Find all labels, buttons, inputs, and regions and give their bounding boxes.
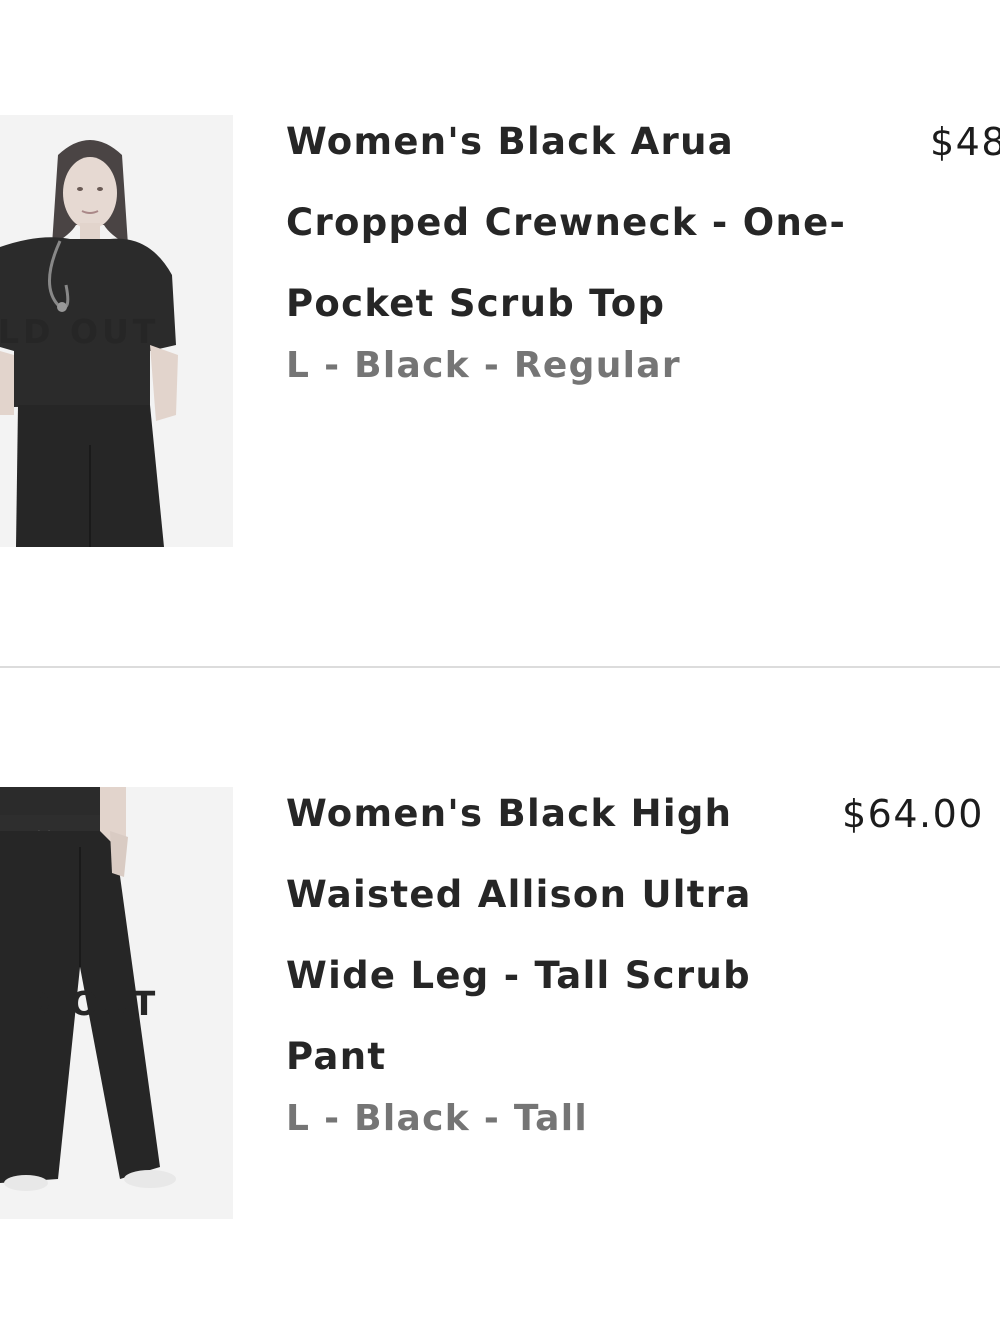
product-price: $64.00 [842,792,984,836]
cart-page: OLD OUT Women's Black Arua Cropped Crewn… [0,0,1000,1333]
title-line: Women's Black Arua [286,120,734,163]
product-image[interactable]: OLD OUT [0,787,233,1219]
cart-item: OLD OUT Women's Black High Waisted Allis… [0,787,1000,1219]
title-line: Pant [286,1035,387,1078]
sold-out-badge: OLD OUT [0,984,160,1023]
cart-item: OLD OUT Women's Black Arua Cropped Crewn… [0,115,1000,547]
title-line: Cropped Crewneck - One- [286,201,847,244]
title-line: Women's Black High [286,792,733,835]
product-title[interactable]: Women's Black High Waisted Allison Ultra… [286,773,786,1097]
product-image[interactable]: OLD OUT [0,115,233,547]
sold-out-badge: OLD OUT [0,312,160,351]
product-title[interactable]: Women's Black Arua Cropped Crewneck - On… [286,101,876,344]
title-line: Pocket Scrub Top [286,282,666,325]
product-price: $48 [930,120,1000,164]
product-variant: L - Black - Tall [286,1098,588,1139]
divider [0,666,1000,668]
title-line: Waisted Allison Ultra [286,873,752,916]
product-variant: L - Black - Regular [286,345,681,386]
title-line: Wide Leg - Tall Scrub [286,954,751,997]
